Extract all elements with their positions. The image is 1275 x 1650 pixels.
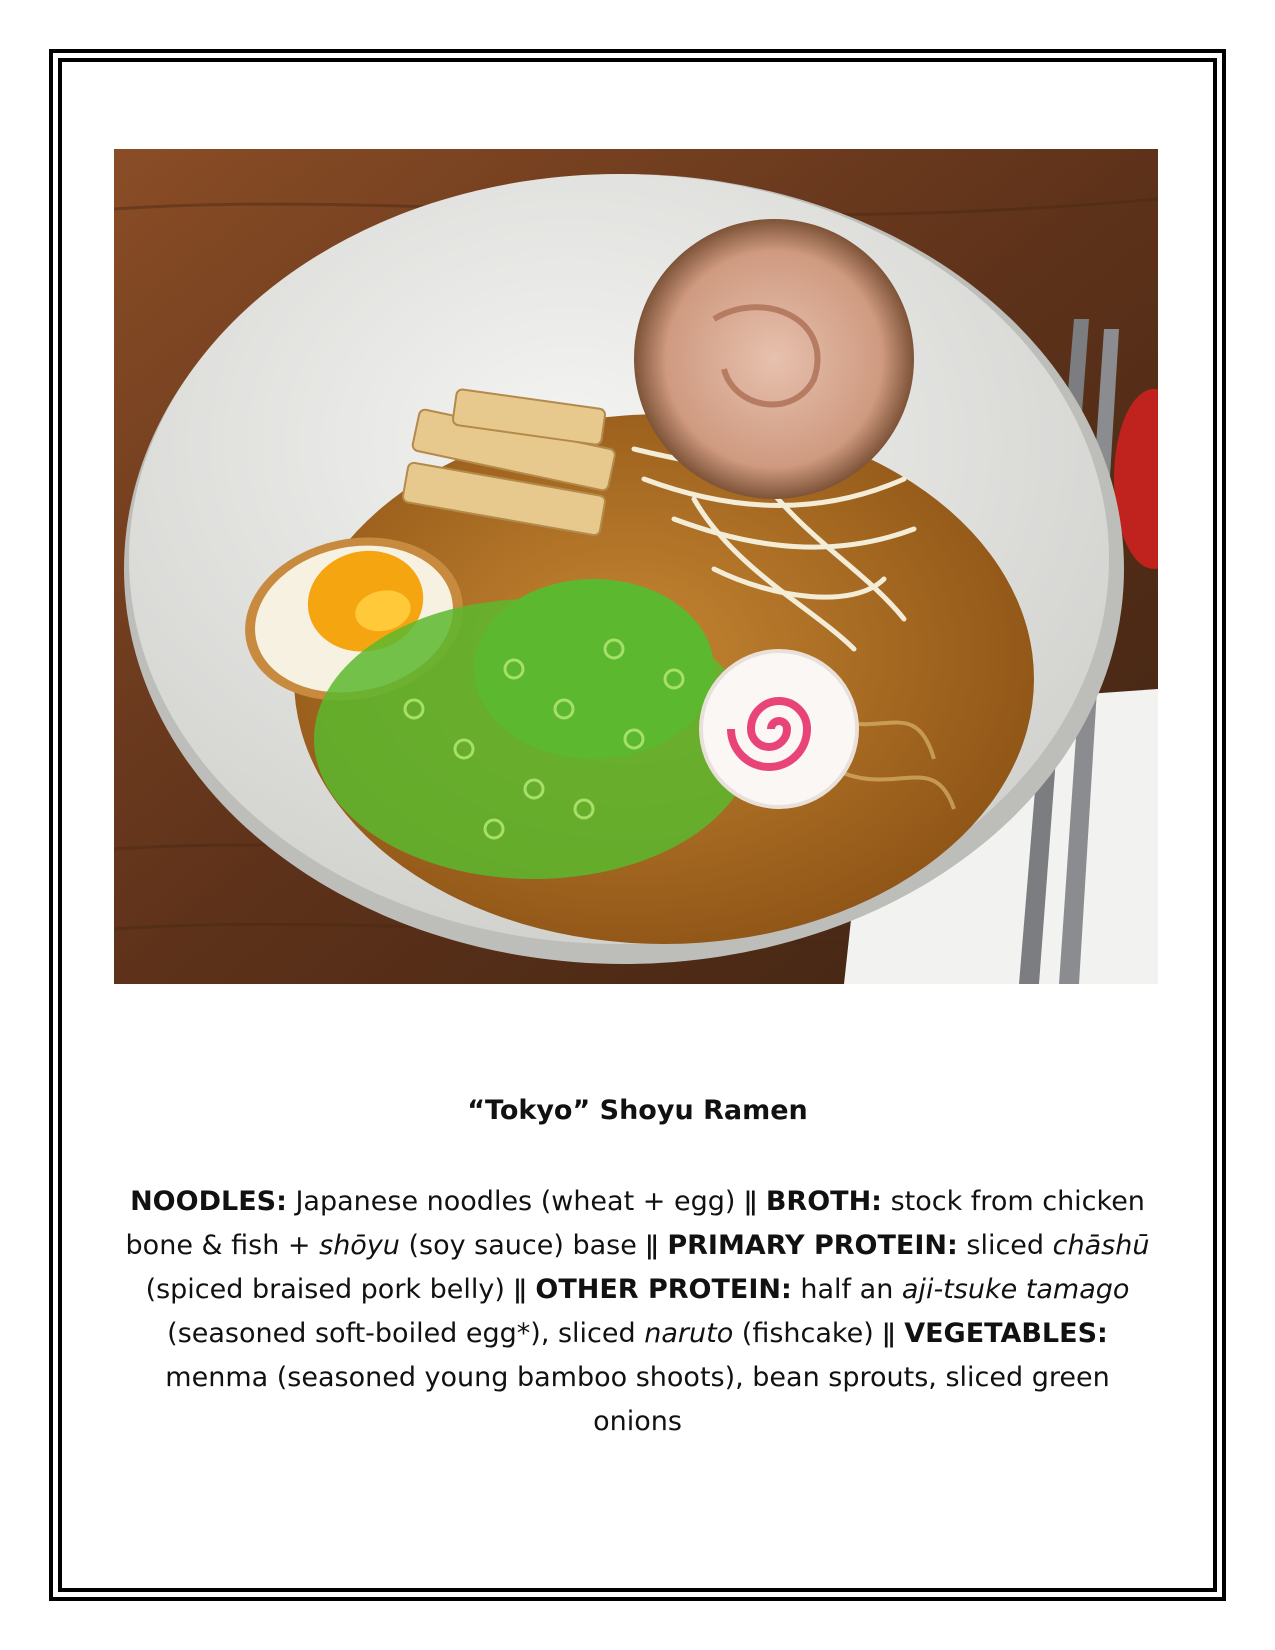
dish-description: NOODLES: Japanese noodles (wheat + egg) …	[120, 1180, 1155, 1444]
broth-text-2: (soy sauce) base ǁ	[399, 1230, 668, 1261]
other-protein-text: half an	[791, 1274, 902, 1305]
ramen-photo	[114, 149, 1158, 984]
primary-protein-chashu: chāshū	[1052, 1230, 1150, 1261]
noodles-label: NOODLES:	[130, 1186, 287, 1217]
other-protein-label: OTHER PROTEIN:	[535, 1274, 792, 1305]
other-protein-text-3: (fishcake) ǁ	[733, 1318, 905, 1349]
vegetables-text: menma (seasoned young bamboo shoots), be…	[165, 1362, 1110, 1437]
other-protein-text-2: (seasoned soft-boiled egg*), sliced	[167, 1318, 645, 1349]
primary-protein-text-2: (spiced braised pork belly) ǁ	[145, 1274, 536, 1305]
broth-label: BROTH:	[765, 1186, 882, 1217]
other-protein-naruto: naruto	[644, 1318, 734, 1349]
other-protein-egg: aji-tsuke tamago	[901, 1274, 1130, 1305]
broth-shoyu: shōyu	[319, 1230, 400, 1261]
vegetables-label: VEGETABLES:	[904, 1318, 1108, 1349]
primary-protein-label: PRIMARY PROTEIN:	[667, 1230, 958, 1261]
noodles-text: Japanese noodles (wheat + egg) ǁ	[286, 1186, 766, 1217]
primary-protein-text: sliced	[957, 1230, 1053, 1261]
dish-title: “Tokyo” Shoyu Ramen	[467, 1095, 808, 1126]
